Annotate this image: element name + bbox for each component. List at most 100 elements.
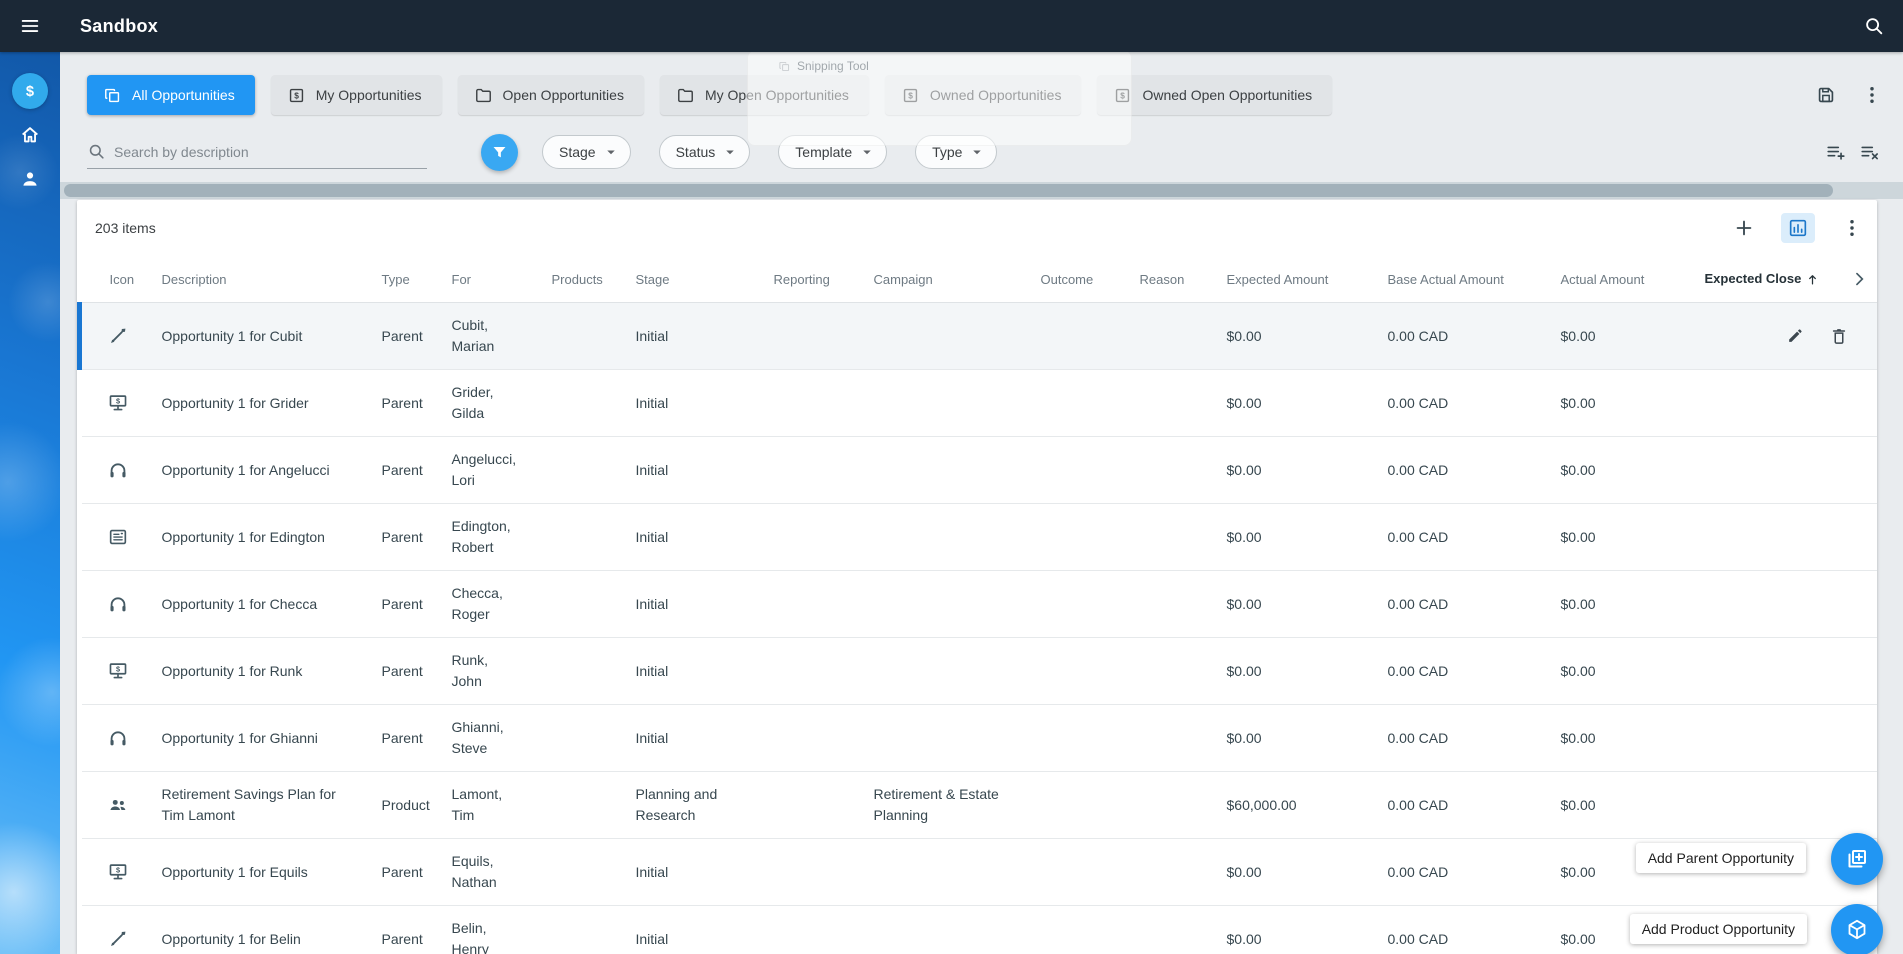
- cell-actual-amount: $0.00: [1544, 302, 1689, 371]
- add-parent-icon: [1845, 847, 1869, 871]
- column-header-description[interactable]: Description: [145, 256, 366, 304]
- clear-filter-rules-button[interactable]: [1859, 141, 1881, 163]
- table-row[interactable]: Opportunity 1 for Grider Parent Grider, Gi…: [79, 369, 1877, 438]
- cell-base-actual-amount: 0.00 CAD: [1371, 704, 1545, 773]
- add-filter-rule-button[interactable]: [1825, 141, 1847, 163]
- table-row[interactable]: Opportunity 1 for Runk Parent Runk, John In…: [79, 637, 1877, 706]
- add-item-button[interactable]: [1733, 217, 1755, 239]
- cell-type: Parent: [365, 905, 436, 954]
- column-header-stage[interactable]: Stage: [619, 256, 758, 304]
- cell-outcome: [1024, 771, 1124, 840]
- cell-stage: Initial: [619, 570, 758, 639]
- column-header-type[interactable]: Type: [365, 256, 436, 304]
- cell-base-actual-amount: 0.00 CAD: [1371, 369, 1545, 438]
- copy-icon: [103, 86, 122, 105]
- cell-actual-amount: $0.00: [1544, 771, 1689, 840]
- scrollbar-thumb[interactable]: [64, 184, 1834, 197]
- cell-actual-amount: $0.00: [1544, 704, 1689, 773]
- table-row[interactable]: Opportunity 1 for Belin Parent Belin, Henr…: [79, 905, 1877, 954]
- news-icon: [107, 526, 129, 548]
- column-header-for[interactable]: For: [435, 256, 536, 304]
- sidebar-item-home[interactable]: [12, 117, 48, 153]
- add-parent-opportunity-fab[interactable]: [1831, 833, 1883, 885]
- chart-view-toggle[interactable]: [1781, 213, 1815, 243]
- cell-expected-close: [1688, 771, 1877, 840]
- sidebar-item-profile[interactable]: [12, 161, 48, 197]
- search-input[interactable]: [114, 143, 427, 160]
- cell-campaign: [857, 302, 1025, 371]
- top-app-bar: Sandbox: [0, 0, 1903, 52]
- edit-row-button[interactable]: [1785, 326, 1805, 346]
- table-row[interactable]: Opportunity 1 for Equils Parent Equils, Na…: [79, 838, 1877, 907]
- cell-actual-amount: $0.00: [1544, 503, 1689, 572]
- view-chip-my-opportunities[interactable]: My Opportunities: [270, 75, 442, 115]
- table-row[interactable]: Opportunity 1 for Ghianni Parent Ghianni, …: [79, 704, 1877, 773]
- column-header-products[interactable]: Products: [535, 256, 620, 304]
- table-row[interactable]: Opportunity 1 for Cubit Parent Cubit, Mari…: [77, 302, 1877, 371]
- views-more-menu-button[interactable]: [1861, 84, 1883, 106]
- column-header-reason[interactable]: Reason: [1123, 256, 1211, 304]
- view-chip-label: All Opportunities: [132, 87, 235, 103]
- opportunities-grid-card: 203 items Icon Description Type For Products…: [77, 200, 1877, 954]
- cell-type: Parent: [365, 704, 436, 773]
- view-chip-my-open-opportunities[interactable]: My Open Opportunities: [659, 75, 869, 115]
- cell-description: Retirement Savings Plan for Tim Lamont: [145, 771, 366, 840]
- cell-for: Cubit, Marian: [435, 302, 536, 371]
- cell-products: [535, 905, 620, 954]
- cell-description: Opportunity 1 for Belin: [145, 905, 366, 954]
- table-row[interactable]: Opportunity 1 for Checca Parent Checca, Ro…: [79, 570, 1877, 639]
- tooltip-add-product-opportunity: Add Product Opportunity: [1629, 914, 1807, 944]
- horizontal-scrollbar[interactable]: [60, 182, 1903, 199]
- menu-button[interactable]: [0, 0, 60, 52]
- column-header-expected-close[interactable]: Expected Close: [1688, 256, 1877, 304]
- cell-reporting: [757, 771, 858, 840]
- cell-for: Lamont, Tim: [435, 771, 536, 840]
- chevron-down-icon: [858, 143, 876, 161]
- filter-dropdown-type[interactable]: Type: [915, 135, 998, 169]
- column-header-actual-amount[interactable]: Actual Amount: [1544, 256, 1689, 304]
- scroll-columns-right-button[interactable]: [1849, 269, 1869, 289]
- cell-reporting: [757, 637, 858, 706]
- cell-expected-amount: $0.00: [1210, 436, 1372, 505]
- save-view-button[interactable]: [1815, 84, 1837, 106]
- column-header-expected-amount[interactable]: Expected Amount: [1210, 256, 1372, 304]
- cell-outcome: [1024, 637, 1124, 706]
- hamburger-icon: [19, 15, 41, 37]
- view-chip-open-opportunities[interactable]: Open Opportunities: [457, 75, 644, 115]
- cell-reason: [1123, 369, 1211, 438]
- add-product-opportunity-fab[interactable]: [1831, 904, 1883, 954]
- column-header-icon[interactable]: Icon: [79, 256, 146, 304]
- global-search-button[interactable]: [1863, 15, 1885, 37]
- cell-for: Grider, Gilda: [435, 369, 536, 438]
- filter-dropdown-stage[interactable]: Stage: [542, 135, 631, 169]
- filter-dropdown-template[interactable]: Template: [778, 135, 888, 169]
- cell-for: Ghianni, Steve: [435, 704, 536, 773]
- cell-campaign: [857, 570, 1025, 639]
- search-field: [87, 135, 427, 169]
- view-chip-label: Open Opportunities: [502, 87, 624, 103]
- table-row[interactable]: Retirement Savings Plan for Tim Lamont Pr…: [79, 771, 1877, 840]
- table-body: Opportunity 1 for Cubit Parent Cubit, Mari…: [77, 302, 1877, 954]
- column-header-campaign[interactable]: Campaign: [857, 256, 1025, 304]
- cell-base-actual-amount: 0.00 CAD: [1371, 905, 1545, 954]
- column-header-outcome[interactable]: Outcome: [1024, 256, 1124, 304]
- filter-button[interactable]: [481, 133, 518, 171]
- table-row[interactable]: Opportunity 1 for Angelucci Parent Angeluc…: [79, 436, 1877, 505]
- kebab-icon: [1861, 84, 1883, 106]
- table-row[interactable]: Opportunity 1 for Edington Parent Edington…: [79, 503, 1877, 572]
- delete-row-button[interactable]: [1829, 326, 1849, 346]
- view-chip-owned-opportunities[interactable]: Owned Opportunities: [884, 75, 1082, 115]
- grid-more-menu-button[interactable]: [1841, 217, 1863, 239]
- filter-dropdowns: Stage Status Template Type: [542, 135, 998, 169]
- column-header-reporting[interactable]: Reporting: [757, 256, 858, 304]
- sort-ascending-icon: [1805, 272, 1820, 287]
- view-chip-all-opportunities[interactable]: All Opportunities: [87, 75, 255, 115]
- grid-header: 203 items: [77, 200, 1877, 256]
- filter-dropdown-status[interactable]: Status: [658, 135, 751, 169]
- column-header-base-actual-amount[interactable]: Base Actual Amount: [1371, 256, 1545, 304]
- view-chip-owned-open-opportunities[interactable]: Owned Open Opportunities: [1097, 75, 1333, 115]
- sidebar-item-opportunities[interactable]: [12, 73, 48, 109]
- cell-products: [535, 436, 620, 505]
- save-icon: [1815, 84, 1837, 106]
- cell-expected-amount: $0.00: [1210, 905, 1372, 954]
